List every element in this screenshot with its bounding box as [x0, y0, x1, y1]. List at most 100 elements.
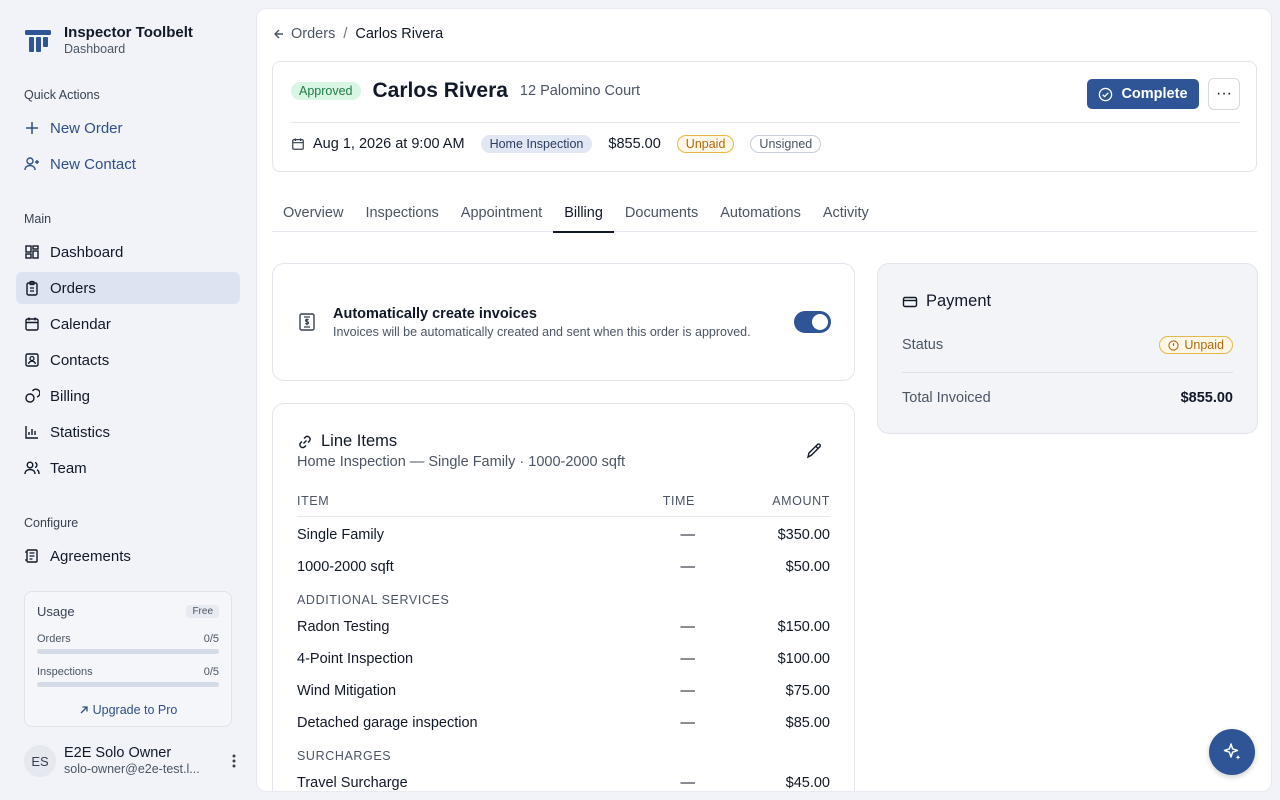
- avatar: ES: [24, 745, 56, 777]
- tab-billing[interactable]: Billing: [553, 199, 614, 233]
- service-type-badge: Home Inspection: [480, 135, 593, 153]
- user-name: E2E Solo Owner: [64, 745, 172, 761]
- configure-section-label: Configure: [24, 516, 79, 530]
- table-row: Travel Surcharge — $45.00: [297, 767, 830, 791]
- invoice-icon: [299, 313, 315, 331]
- payment-status-label: Status: [902, 337, 944, 353]
- row-amount: $50.00: [785, 559, 830, 575]
- col-amount: AMOUNT: [772, 494, 830, 508]
- status-badge: Approved: [291, 82, 361, 100]
- sidebar: Inspector Toolbelt Dashboard Quick Actio…: [0, 0, 256, 800]
- signature-status-badge: Unsigned: [750, 135, 822, 153]
- sidebar-item-label: Orders: [50, 279, 96, 297]
- table-header: ITEM TIME AMOUNT: [297, 494, 830, 517]
- auto-invoice-description: Invoices will be automatically created a…: [333, 325, 751, 339]
- upgrade-to-pro-link[interactable]: Upgrade to Pro: [37, 703, 219, 717]
- tab-activity[interactable]: Activity: [812, 199, 880, 232]
- line-items-subtitle: Home Inspection — Single Family · 1000-2…: [297, 454, 626, 470]
- row-item: Travel Surcharge: [297, 775, 408, 791]
- row-time: —: [680, 559, 696, 575]
- new-contact-button[interactable]: New Contact: [16, 148, 240, 180]
- sidebar-item-billing[interactable]: Billing: [16, 380, 240, 412]
- sidebar-item-contacts[interactable]: Contacts: [16, 344, 240, 376]
- auto-invoice-title: Automatically create invoices: [333, 306, 537, 322]
- sidebar-item-dashboard[interactable]: Dashboard: [16, 236, 240, 268]
- tab-overview[interactable]: Overview: [272, 199, 354, 232]
- calendar-icon: [25, 317, 39, 331]
- user-profile[interactable]: ES E2E Solo Owner solo-owner@e2e-test.l.…: [24, 744, 236, 778]
- info-circle-icon: [1168, 339, 1180, 351]
- kebab-menu-icon[interactable]: [232, 754, 236, 768]
- toggle-knob: [812, 314, 828, 330]
- main-section-label: Main: [24, 212, 52, 226]
- tab-documents[interactable]: Documents: [614, 199, 709, 232]
- breadcrumb-separator: /: [343, 26, 348, 42]
- row-item: Radon Testing: [297, 619, 390, 635]
- row-time: —: [680, 619, 696, 635]
- complete-button[interactable]: Complete: [1087, 79, 1199, 109]
- tab-appointment[interactable]: Appointment: [450, 199, 553, 232]
- upgrade-label: Upgrade to Pro: [92, 703, 178, 717]
- pencil-icon[interactable]: [803, 440, 825, 462]
- arrow-up-right-icon: [80, 706, 88, 714]
- sidebar-item-label: Contacts: [50, 351, 110, 369]
- row-amount: $85.00: [785, 715, 830, 731]
- table-row: Wind Mitigation — $75.00: [297, 675, 830, 707]
- payment-card: Payment Status Unpaid Total Invoiced $85…: [877, 263, 1258, 434]
- more-actions-button[interactable]: ···: [1208, 78, 1240, 110]
- sidebar-item-team[interactable]: Team: [16, 452, 240, 484]
- auto-invoice-toggle[interactable]: [794, 311, 831, 333]
- payment-status-value: Unpaid: [1184, 338, 1224, 352]
- sidebar-item-label: Billing: [50, 387, 91, 405]
- order-date-text: Aug 1, 2026 at 9:00 AM: [313, 136, 465, 152]
- tab-automations[interactable]: Automations: [709, 199, 812, 232]
- ai-assistant-button[interactable]: [1209, 729, 1255, 775]
- new-order-button[interactable]: New Order: [16, 112, 240, 144]
- arrow-left-icon: [274, 29, 283, 39]
- quick-actions-label: Quick Actions: [24, 88, 100, 102]
- order-price: $855.00: [608, 136, 661, 152]
- sidebar-item-orders[interactable]: Orders: [16, 272, 240, 304]
- table-row: 1000-2000 sqft — $50.00: [297, 551, 830, 583]
- brand-title: Inspector Toolbelt: [64, 24, 193, 41]
- users-icon: [24, 461, 40, 475]
- usage-orders-value: 0/5: [203, 633, 219, 645]
- inspections-progress-bar: [37, 682, 219, 687]
- sidebar-item-agreements[interactable]: Agreements: [16, 540, 240, 572]
- row-item: 4-Point Inspection: [297, 651, 414, 667]
- additional-services-label: ADDITIONAL SERVICES: [297, 593, 450, 607]
- sidebar-item-label: Team: [50, 459, 87, 477]
- row-time: —: [680, 651, 696, 667]
- document-sign-icon: [25, 549, 38, 563]
- row-time: —: [680, 683, 696, 699]
- order-address: 12 Palomino Court: [519, 83, 641, 99]
- table-row: 4-Point Inspection — $100.00: [297, 643, 830, 675]
- row-item: Single Family: [297, 527, 385, 543]
- row-amount: $100.00: [777, 651, 830, 667]
- row-amount: $150.00: [777, 619, 830, 635]
- sidebar-item-statistics[interactable]: Statistics: [16, 416, 240, 448]
- row-amount: $45.00: [785, 775, 830, 791]
- row-item: 1000-2000 sqft: [297, 559, 394, 575]
- coins-icon: [25, 388, 40, 403]
- auto-invoice-card: Automatically create invoices Invoices w…: [272, 263, 855, 381]
- sparkle-icon: [1223, 743, 1241, 760]
- col-item: ITEM: [297, 494, 330, 508]
- orders-progress-bar: [37, 649, 219, 654]
- payment-total-value: $855.00: [1180, 390, 1233, 406]
- surcharges-label: SURCHARGES: [297, 749, 392, 763]
- row-item: Wind Mitigation: [297, 683, 397, 699]
- brand[interactable]: Inspector Toolbelt Dashboard: [24, 24, 193, 57]
- table-row: Single Family — $350.00: [297, 519, 830, 551]
- tab-inspections[interactable]: Inspections: [354, 199, 449, 232]
- sidebar-item-calendar[interactable]: Calendar: [16, 308, 240, 340]
- new-contact-label: New Contact: [50, 155, 136, 173]
- complete-label: Complete: [1121, 86, 1188, 102]
- order-header-card: Approved Carlos Rivera 12 Palomino Court…: [272, 61, 1257, 172]
- order-date: Aug 1, 2026 at 9:00 AM: [291, 136, 465, 152]
- payment-status-row: Status Unpaid: [902, 336, 1233, 354]
- breadcrumb-back-link[interactable]: Orders: [273, 26, 335, 42]
- payment-heading: Payment: [902, 292, 991, 311]
- sidebar-item-label: Calendar: [50, 315, 111, 333]
- col-time: TIME: [662, 494, 695, 508]
